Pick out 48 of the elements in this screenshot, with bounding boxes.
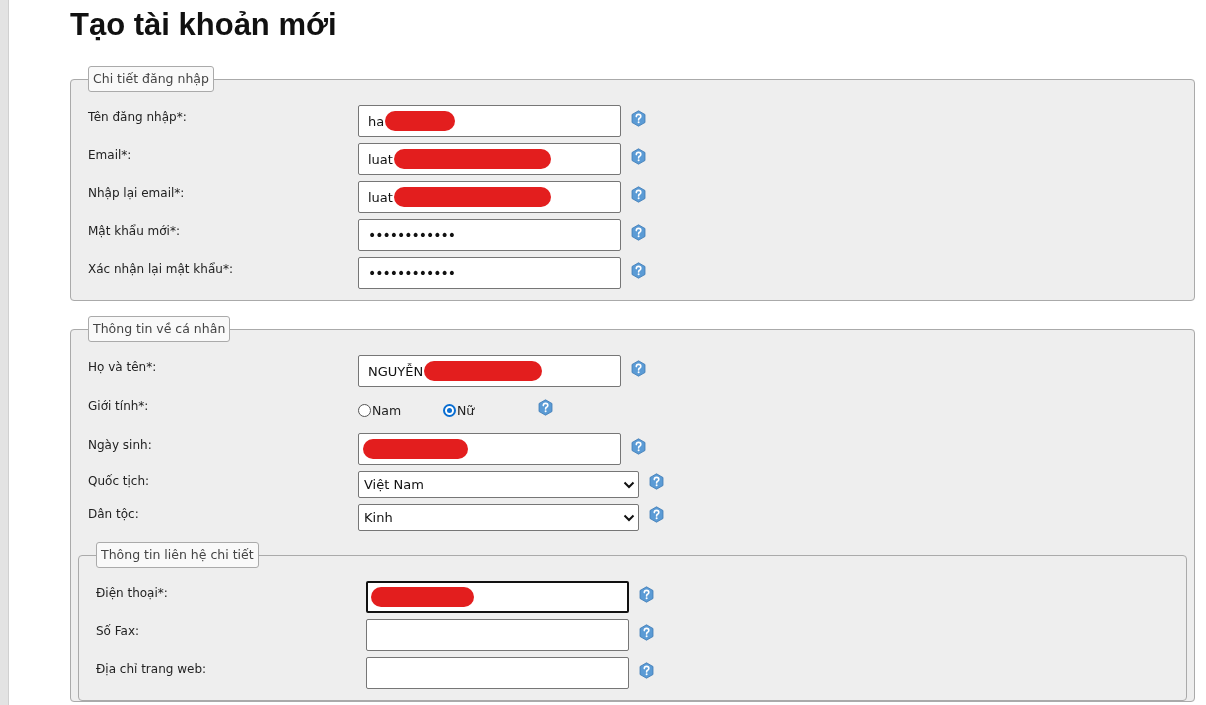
- field-label: Điện thoại*:: [96, 586, 169, 602]
- help-icon[interactable]: [630, 223, 647, 241]
- help-icon[interactable]: [630, 147, 647, 165]
- field-label: Tên đăng nhập*:: [88, 110, 188, 126]
- radio-option[interactable]: Nam: [358, 402, 443, 418]
- help-icon[interactable]: [630, 359, 647, 377]
- field-label: Giới tính*:: [88, 399, 150, 415]
- text-field[interactable]: [366, 619, 629, 651]
- chevron-down-icon: [623, 513, 635, 522]
- help-icon[interactable]: [638, 623, 655, 641]
- text-field[interactable]: [358, 433, 621, 465]
- field-label: Quốc tịch:: [88, 473, 151, 490]
- page-title: Tạo tài khoản mới: [70, 6, 338, 44]
- section-legend: Chi tiết đăng nhập: [88, 66, 214, 92]
- help-icon[interactable]: [638, 585, 655, 603]
- text-field[interactable]: luat: [358, 181, 621, 213]
- text-field[interactable]: ha: [358, 105, 621, 137]
- help-icon[interactable]: [630, 109, 647, 127]
- help-icon[interactable]: [630, 437, 647, 455]
- text-field[interactable]: ••••••••••••: [358, 257, 621, 289]
- section-legend: Thông tin về cá nhân: [88, 316, 231, 342]
- help-icon[interactable]: [630, 261, 647, 279]
- radio-button[interactable]: [443, 403, 456, 417]
- field-label: Xác nhận lại mật khẩu*:: [88, 262, 234, 278]
- field-label: Ngày sinh:: [88, 438, 153, 454]
- section-legend: Thông tin liên hệ chi tiết: [96, 542, 259, 568]
- help-icon[interactable]: [630, 185, 647, 203]
- dropdown[interactable]: Việt Nam: [358, 471, 639, 498]
- help-icon[interactable]: [537, 398, 554, 416]
- field-label: Địa chỉ trang web:: [96, 662, 208, 678]
- field-label: Dân tộc:: [88, 506, 140, 523]
- dropdown[interactable]: Kinh: [358, 504, 639, 531]
- help-icon[interactable]: [638, 661, 655, 679]
- help-icon[interactable]: [648, 506, 665, 523]
- chevron-down-icon: [623, 480, 635, 489]
- text-field[interactable]: [366, 581, 629, 613]
- field-label: Mật khẩu mới*:: [88, 224, 181, 240]
- text-field[interactable]: luat: [358, 143, 621, 175]
- radio-option[interactable]: Nữ: [443, 402, 528, 418]
- help-icon[interactable]: [648, 473, 665, 490]
- field-label: Họ và tên*:: [88, 360, 158, 376]
- field-label: Nhập lại email*:: [88, 186, 186, 202]
- field-label: Email*:: [88, 148, 133, 164]
- field-label: Số Fax:: [96, 624, 141, 640]
- text-field[interactable]: [366, 657, 629, 689]
- text-field[interactable]: ••••••••••••: [358, 219, 621, 251]
- radio-button[interactable]: [358, 403, 371, 417]
- text-field[interactable]: NGUYỄN: [358, 355, 621, 387]
